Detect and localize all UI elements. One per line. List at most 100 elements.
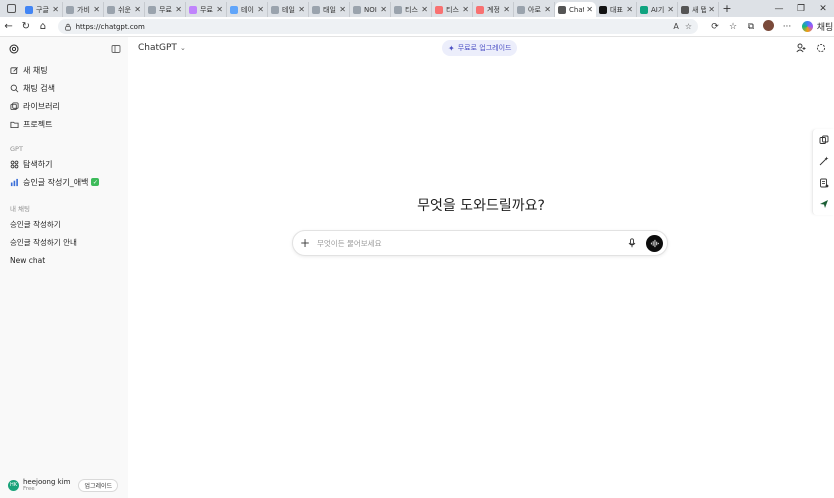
tab-close-icon[interactable]: ✕ <box>503 5 510 14</box>
restore-icon[interactable]: ❐ <box>790 4 812 14</box>
attach-plus-icon[interactable]: + <box>293 236 317 250</box>
reload-icon[interactable]: ↻ <box>17 21 34 32</box>
browser-tab[interactable]: 테일 ✕ <box>268 2 309 17</box>
voice-mode-button[interactable] <box>646 234 663 252</box>
upgrade-free-button[interactable]: ✦ 무료로 업그레이드 <box>442 40 518 56</box>
user-meta[interactable]: heejoong kim Free <box>23 478 70 492</box>
browser-tab[interactable]: NOI ✕ <box>350 2 391 17</box>
browser-tab[interactable]: 무료 ✕ <box>145 2 186 17</box>
browser-tab[interactable]: 구글 ✕ <box>22 2 63 17</box>
tab-close-icon[interactable]: ✕ <box>257 5 264 14</box>
model-selector[interactable]: ChatGPT ⌄ <box>138 43 186 53</box>
browser-tab[interactable]: 무료 ✕ <box>186 2 227 17</box>
browser-tab[interactable]: Chat ✕ <box>555 2 596 17</box>
hero-title: 무엇을 도와드릴까요? <box>417 198 545 214</box>
avatar[interactable]: HK <box>8 479 19 491</box>
sidebar-item-label: 새 채팅 <box>23 65 48 75</box>
sidebar-item-projects[interactable]: 프로젝트 <box>0 115 128 133</box>
favorite-star-icon[interactable]: ☆ <box>685 22 692 31</box>
copilot-label: 채팅 <box>816 23 834 33</box>
temporary-chat-icon[interactable] <box>816 43 826 53</box>
browser-tab[interactable]: AI기 ✕ <box>637 2 678 17</box>
browser-tab[interactable]: 쉬운 ✕ <box>104 2 145 17</box>
minimize-icon[interactable]: — <box>768 4 790 14</box>
tab-close-icon[interactable]: ✕ <box>339 5 346 14</box>
more-icon[interactable]: ··· <box>778 22 796 32</box>
browser-tab[interactable]: 티스 ✕ <box>432 2 473 17</box>
browser-tab[interactable]: 아로 ✕ <box>514 2 555 17</box>
browser-tab[interactable]: 가비 ✕ <box>63 2 104 17</box>
home-icon[interactable]: ⌂ <box>34 21 51 32</box>
sidebar-item-label: 프로젝트 <box>23 119 53 129</box>
browser-tab[interactable]: 계정 ✕ <box>473 2 514 17</box>
chatgpt-app: 새 채팅 채팅 검색 라이브러리 프로젝트 GPT 탐색하기 승인글 작성기_애… <box>0 37 834 498</box>
tab-title: Chat <box>569 5 585 14</box>
collections-icon[interactable]: ⧉ <box>742 22 760 32</box>
site-info-icon[interactable] <box>64 23 72 31</box>
browser-tab[interactable]: 티스 ✕ <box>391 2 432 17</box>
search-icon <box>10 84 19 92</box>
chat-history-item[interactable]: New chat <box>0 251 128 269</box>
browser-tab[interactable]: 대표 ✕ <box>596 2 637 17</box>
tab-close-icon[interactable]: ✕ <box>462 5 469 14</box>
new-tab-button[interactable]: + <box>719 2 735 15</box>
chat-history-item[interactable]: 승인글 작성하기 <box>0 215 128 233</box>
back-icon[interactable]: ← <box>0 21 17 32</box>
browser-tab[interactable]: 테이 ✕ <box>227 2 268 17</box>
sidebar-item-label: 라이브러리 <box>23 101 60 111</box>
tab-actions-icon[interactable] <box>0 0 22 17</box>
tab-close-icon[interactable]: ✕ <box>708 5 715 14</box>
tab-title: 무료 <box>159 5 172 14</box>
share-user-icon[interactable] <box>796 43 806 53</box>
tab-title: 가비 <box>77 5 90 14</box>
profile-avatar[interactable] <box>760 19 778 34</box>
openai-logo-icon[interactable] <box>9 44 19 54</box>
tab-close-icon[interactable]: ✕ <box>298 5 305 14</box>
document-edit-icon[interactable] <box>819 178 829 188</box>
url-field[interactable]: https://chatgpt.com A ☆ <box>57 19 698 34</box>
tab-close-icon[interactable]: ✕ <box>52 5 59 14</box>
sidebar-item-library[interactable]: 라이브러리 <box>0 97 128 115</box>
tab-close-icon[interactable]: ✕ <box>586 5 593 14</box>
sidebar-item-new-chat[interactable]: 새 채팅 <box>0 61 128 79</box>
tab-favicon-icon <box>189 5 197 14</box>
sidebar-item-gpt-writer[interactable]: 승인글 작성기_애백 ✓ <box>0 173 128 191</box>
favorites-icon[interactable]: ☆ <box>724 22 742 32</box>
prompt-input[interactable] <box>317 238 627 248</box>
sidebar-section-gpt: GPT <box>10 145 23 153</box>
tab-close-icon[interactable]: ✕ <box>134 5 141 14</box>
chat-history-item[interactable]: 승인글 작성하기 안내 <box>0 233 128 251</box>
browser-tab[interactable]: 태일 ✕ <box>309 2 350 17</box>
microphone-icon[interactable] <box>627 238 637 248</box>
sidebar-item-explore[interactable]: 탐색하기 <box>0 155 128 173</box>
copy-icon[interactable] <box>819 135 829 145</box>
tab-close-icon[interactable]: ✕ <box>626 5 633 14</box>
tab-favicon-icon <box>558 5 566 14</box>
tab-favicon-icon <box>476 5 484 14</box>
sidebar-header <box>0 37 128 61</box>
tab-close-icon[interactable]: ✕ <box>93 5 100 14</box>
magic-wand-icon[interactable] <box>819 156 829 166</box>
grid-icon <box>10 160 19 168</box>
sidebar-item-search-chats[interactable]: 채팅 검색 <box>0 79 128 97</box>
browser-side-rail <box>812 129 834 215</box>
edit-icon <box>10 66 18 74</box>
tab-close-icon[interactable]: ✕ <box>544 5 551 14</box>
tab-close-icon[interactable]: ✕ <box>216 5 223 14</box>
copilot-button[interactable]: 채팅 <box>801 20 834 33</box>
send-arrow-icon[interactable] <box>819 199 829 209</box>
toolbar-right: ⟳ ☆ ⧉ ··· 채팅 <box>706 19 834 34</box>
tab-close-icon[interactable]: ✕ <box>667 5 674 14</box>
tab-favicon-icon <box>599 5 607 14</box>
tab-close-icon[interactable]: ✕ <box>175 5 182 14</box>
user-account: HK heejoong kim Free 업그레이드 <box>0 472 128 498</box>
tab-title: 대표 <box>610 5 623 14</box>
read-aloud-icon[interactable]: A <box>673 22 678 31</box>
tab-close-icon[interactable]: ✕ <box>421 5 428 14</box>
browser-tab[interactable]: 새 탭 ✕ <box>678 2 719 17</box>
sidebar-toggle-icon[interactable] <box>111 44 121 54</box>
close-window-icon[interactable]: ✕ <box>812 4 834 14</box>
extensions-icon[interactable]: ⟳ <box>706 22 724 32</box>
upgrade-button[interactable]: 업그레이드 <box>78 478 119 492</box>
tab-close-icon[interactable]: ✕ <box>380 5 387 14</box>
